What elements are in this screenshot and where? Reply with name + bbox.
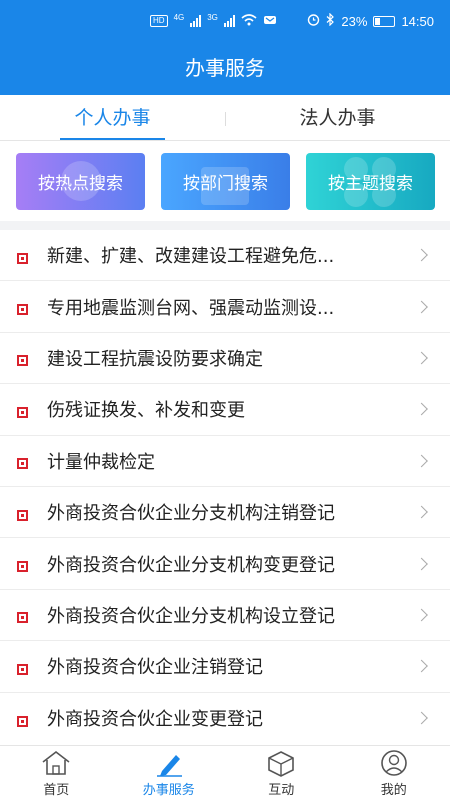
list-item[interactable]: 外商投资合伙企业分支机构变更登记 bbox=[0, 538, 450, 590]
bullet-icon bbox=[17, 304, 28, 316]
chevron-right-icon bbox=[415, 608, 428, 622]
bluetooth-icon bbox=[326, 12, 335, 29]
bullet-icon bbox=[17, 252, 28, 264]
chevron-right-icon bbox=[415, 711, 428, 725]
cube-icon bbox=[268, 750, 295, 777]
network-3g-label: 3G bbox=[207, 12, 218, 22]
list-item[interactable]: 外商投资合伙企业分支机构设立登记 bbox=[0, 590, 450, 642]
status-bar: HD 4G 3G 23% 14:50 bbox=[0, 0, 450, 42]
alarm-icon bbox=[307, 13, 320, 29]
list-item[interactable]: 计量仲裁检定 bbox=[0, 436, 450, 487]
pen-icon bbox=[156, 754, 182, 777]
chevron-right-icon bbox=[415, 659, 428, 673]
battery-percent: 23% bbox=[341, 13, 368, 29]
chevron-right-icon bbox=[415, 248, 428, 262]
search-by-department-button[interactable]: 按部门搜索 bbox=[161, 153, 290, 210]
battery-icon bbox=[373, 15, 396, 27]
list-item[interactable]: 外商投资合伙企业注销登记 bbox=[0, 641, 450, 693]
notification-icon bbox=[263, 14, 277, 29]
search-by-topic-button[interactable]: 按主题搜索 bbox=[306, 153, 435, 210]
hd-badge: HD bbox=[150, 15, 168, 27]
tab-divider bbox=[225, 112, 226, 126]
chevron-right-icon bbox=[415, 557, 428, 570]
chevron-right-icon bbox=[415, 505, 428, 519]
signal-icon bbox=[190, 15, 202, 27]
bullet-icon bbox=[17, 561, 28, 573]
bullet-icon bbox=[17, 355, 28, 367]
bullet-icon bbox=[17, 715, 28, 727]
service-list: 新建、扩建、改建建设工程避免危... 专用地震监测台网、强震动监测设... 建设… bbox=[0, 230, 450, 745]
bullet-icon bbox=[17, 406, 28, 418]
nav-home[interactable]: 首页 bbox=[0, 746, 113, 800]
nav-interaction[interactable]: 互动 bbox=[225, 746, 338, 800]
list-item[interactable]: 外商投资合伙企业变更登记 bbox=[0, 693, 450, 744]
page-title: 办事服务 bbox=[185, 56, 265, 80]
bullet-icon bbox=[17, 663, 28, 675]
list-item[interactable]: 外商投资合伙企业分支机构注销登记 bbox=[0, 487, 450, 539]
clock: 14:50 bbox=[401, 13, 434, 29]
bullet-icon bbox=[17, 458, 28, 470]
chevron-right-icon bbox=[415, 454, 428, 468]
signal-icon-2 bbox=[223, 15, 235, 27]
list-item[interactable]: 新建、扩建、改建建设工程避免危... bbox=[0, 230, 450, 282]
tab-corporate[interactable]: 法人办事 bbox=[225, 95, 450, 140]
search-buttons: 按热点搜索 按部门搜索 按主题搜索 bbox=[0, 141, 450, 221]
bullet-icon bbox=[17, 612, 28, 624]
user-icon bbox=[380, 749, 407, 776]
chevron-right-icon bbox=[415, 300, 428, 313]
list-item[interactable]: 专用地震监测台网、强震动监测设... bbox=[0, 281, 450, 333]
tab-personal[interactable]: 个人办事 bbox=[0, 95, 225, 140]
search-by-hotspot-button[interactable]: 按热点搜索 bbox=[16, 153, 145, 210]
list-item[interactable]: 伤残证换发、补发和变更 bbox=[0, 384, 450, 436]
bottom-nav: 首页 办事服务 互动 我的 bbox=[0, 745, 450, 800]
nav-mine[interactable]: 我的 bbox=[338, 746, 450, 800]
chevron-right-icon bbox=[415, 351, 428, 365]
nav-services[interactable]: 办事服务 bbox=[113, 746, 226, 800]
network-4g-label: 4G bbox=[173, 12, 185, 22]
bullet-icon bbox=[17, 509, 28, 521]
list-item[interactable]: 建设工程抗震设防要求确定 bbox=[0, 333, 450, 385]
wifi-icon bbox=[241, 13, 257, 29]
home-icon bbox=[42, 750, 70, 775]
app-header: HD 4G 3G 23% 14:50 办事服务 bbox=[0, 0, 450, 95]
chevron-right-icon bbox=[415, 402, 428, 416]
